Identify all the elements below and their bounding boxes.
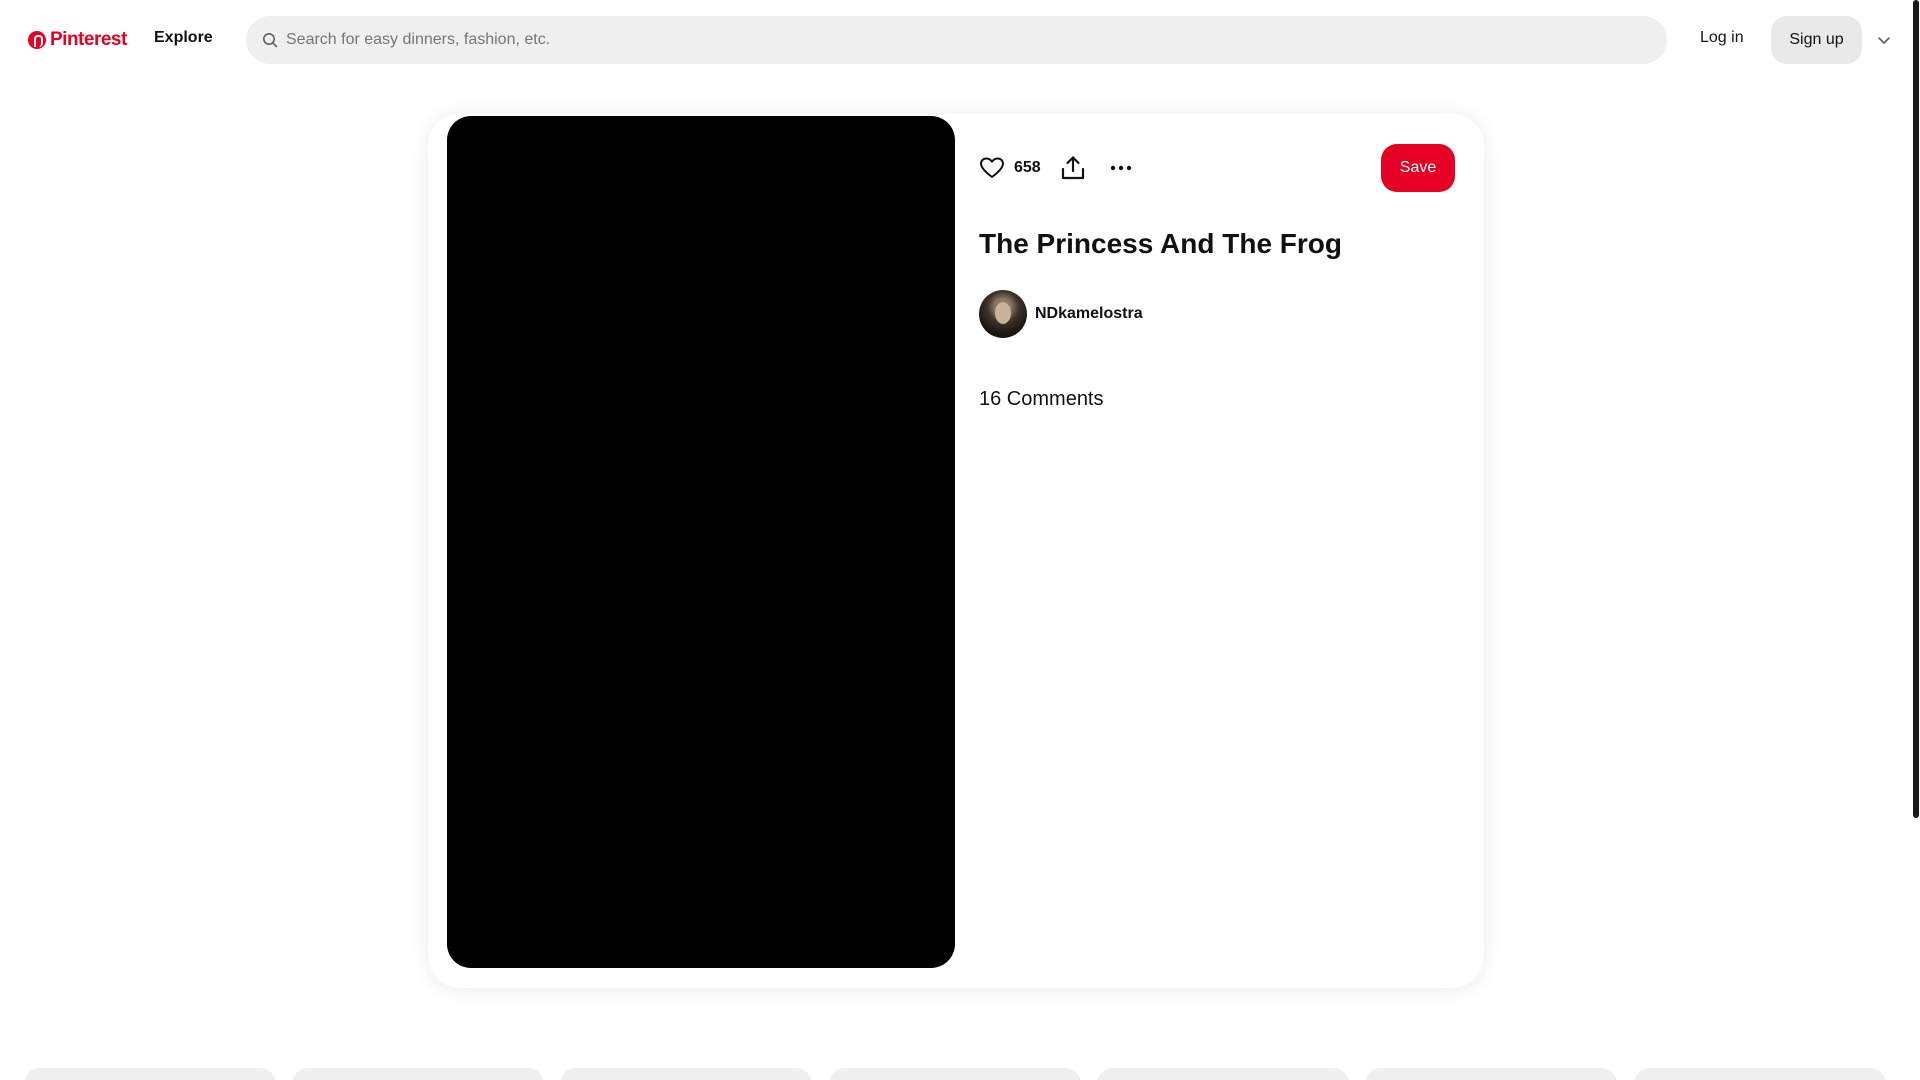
related-pin-placeholder (1365, 1068, 1617, 1080)
explore-link[interactable]: Explore (154, 29, 213, 47)
save-button[interactable]: Save (1381, 144, 1455, 192)
heart-icon[interactable] (978, 154, 1006, 182)
comments-heading[interactable]: 16 Comments (979, 388, 1104, 411)
related-pin-placeholder (829, 1068, 1081, 1080)
top-nav: Pinterest Explore Log in Sign up (0, 0, 1920, 80)
search-bar[interactable] (246, 16, 1667, 64)
creator-name[interactable]: NDkamelostra (1035, 305, 1143, 323)
search-icon (263, 33, 278, 48)
search-input[interactable] (286, 31, 1646, 49)
scrollbar-thumb[interactable] (1913, 0, 1919, 818)
related-pin-placeholder (24, 1068, 276, 1080)
pin-title: The Princess And The Frog (979, 228, 1343, 259)
pinterest-logo-icon (28, 31, 46, 49)
related-pin-placeholder (1097, 1068, 1349, 1080)
pin-actions: 658 (978, 150, 1135, 186)
related-pin-placeholder (560, 1068, 812, 1080)
pinterest-logo[interactable]: Pinterest (28, 26, 127, 54)
signup-button[interactable]: Sign up (1771, 16, 1862, 64)
more-icon[interactable] (1107, 154, 1135, 182)
chevron-down-icon[interactable] (1876, 32, 1892, 48)
related-pin-placeholder (292, 1068, 544, 1080)
avatar[interactable] (979, 290, 1027, 338)
pin-media[interactable] (447, 116, 955, 968)
login-link[interactable]: Log in (1700, 29, 1744, 47)
related-pin-placeholder (1634, 1068, 1886, 1080)
logo-text: Pinterest (50, 29, 127, 50)
avatar-face (995, 302, 1011, 324)
share-icon[interactable] (1059, 154, 1087, 182)
like-count: 658 (1014, 159, 1041, 176)
creator-profile[interactable]: NDkamelostra (979, 290, 1143, 338)
